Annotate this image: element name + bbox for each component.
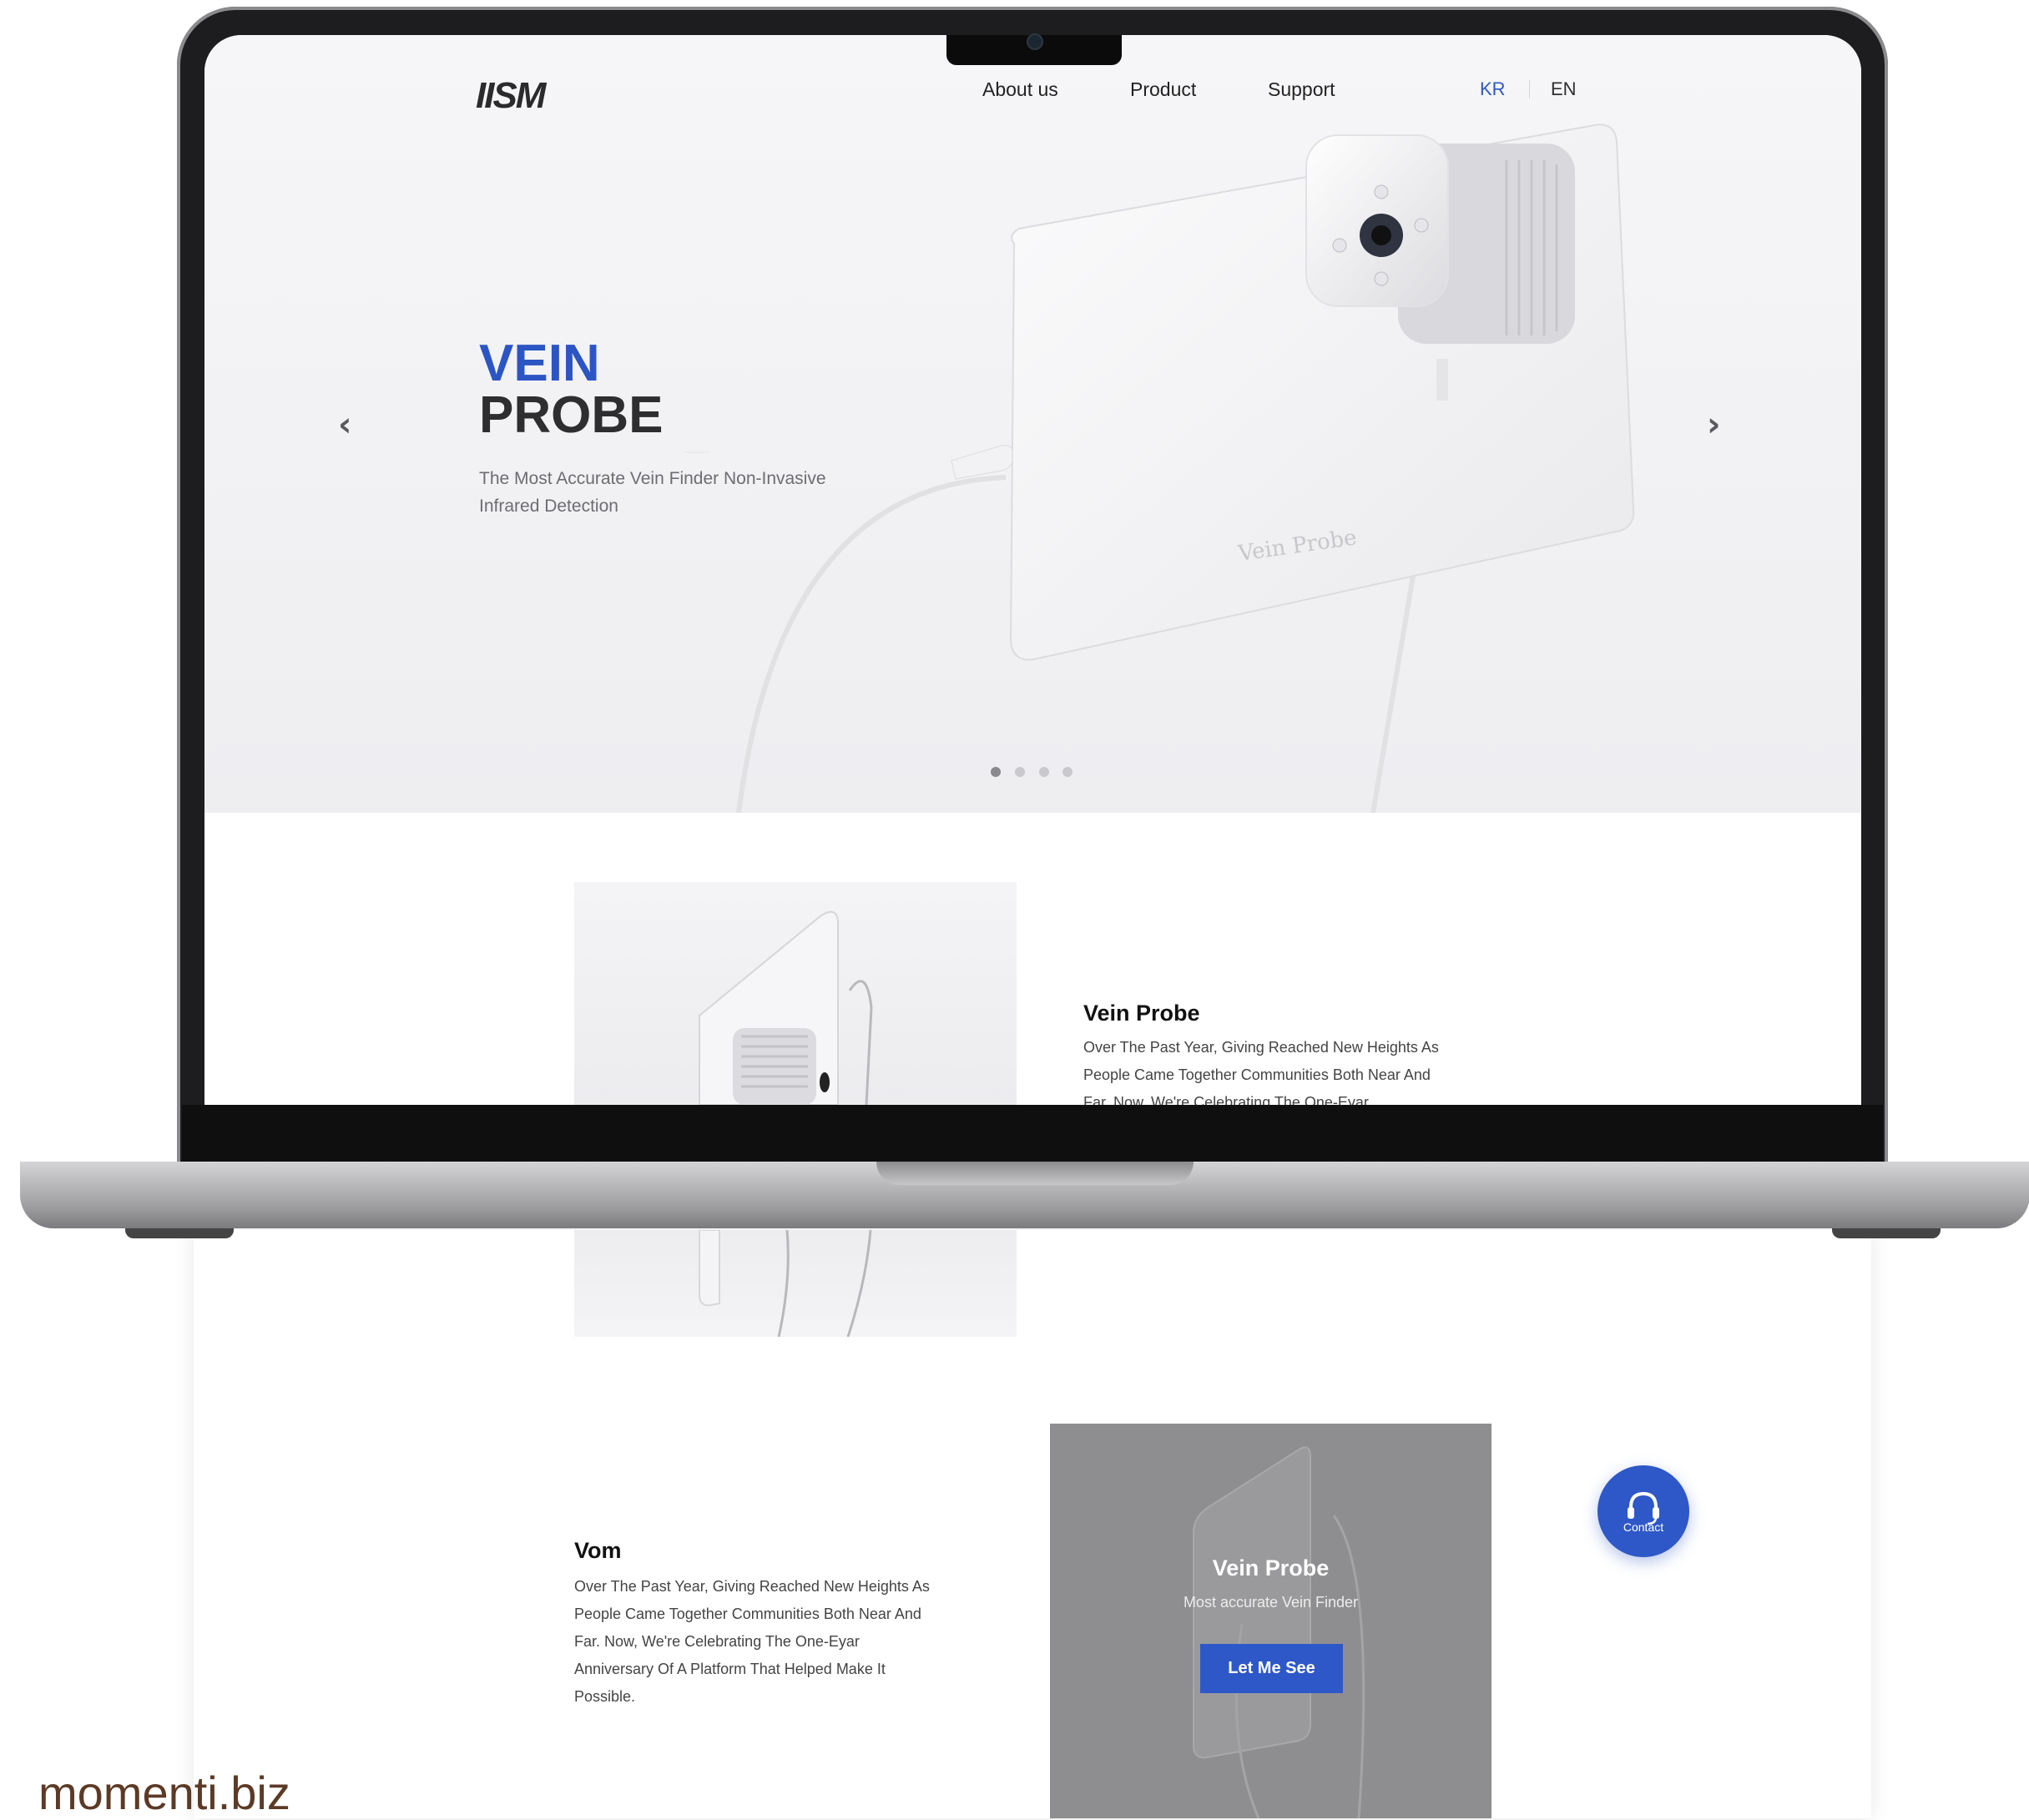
laptop-foot	[1832, 1228, 1941, 1238]
card1-title: Vein Probe	[1083, 1001, 1200, 1026]
product-thumbnail-continued	[574, 1229, 1017, 1338]
hero-subtitle: The Most Accurate Vein Finder Non-Invasi…	[479, 465, 880, 520]
lang-kr[interactable]: KR	[1480, 78, 1506, 100]
contact-label: Contact	[1623, 1520, 1664, 1534]
product-thumbnail	[574, 882, 1017, 1105]
nav-about-us[interactable]: About us	[982, 78, 1058, 101]
hero-title-accent: VEIN	[479, 335, 600, 392]
contact-button[interactable]: Contact	[1597, 1465, 1689, 1557]
promo-subtitle: Most accurate Vein Finder	[1183, 1594, 1359, 1611]
let-me-see-button[interactable]: Let Me See	[1200, 1644, 1343, 1693]
hero-device-image: Vein Probe	[684, 124, 1635, 813]
laptop-chin	[182, 1105, 1883, 1162]
logo[interactable]: IISM	[476, 75, 546, 117]
card2-body-line: Far. Now, We're Celebrating The One-Eyar	[574, 1633, 860, 1650]
nav-support[interactable]: Support	[1268, 78, 1335, 101]
laptop-base-notch	[876, 1162, 1194, 1185]
chevron-left-icon[interactable]: ‹	[338, 406, 351, 444]
hero-subtitle-line: Infrared Detection	[479, 497, 618, 516]
card1-body: Over The Past Year, Giving Reached New H…	[1083, 1034, 1439, 1105]
card2-body: Over The Past Year, Giving Reached New H…	[574, 1573, 930, 1711]
slide-dot[interactable]	[991, 767, 1001, 777]
card2-body-line: Possible.	[574, 1688, 636, 1705]
lang-divider	[1529, 80, 1530, 98]
watermark: momenti.biz	[38, 1767, 290, 1819]
promo-title: Vein Probe	[1212, 1555, 1330, 1581]
lang-en[interactable]: EN	[1551, 78, 1577, 100]
card2-body-line: Anniversary Of A Platform That Helped Ma…	[574, 1661, 886, 1677]
hero-section: Vein Probe IISM About us Product Support…	[204, 35, 1861, 813]
slide-dot[interactable]	[1015, 767, 1025, 777]
card2-body-line: Over The Past Year, Giving Reached New H…	[574, 1578, 930, 1595]
product-section	[204, 813, 1861, 1105]
laptop-foot	[125, 1228, 234, 1238]
device-side-image	[699, 910, 873, 1105]
hero-title: PROBE	[479, 386, 664, 444]
card1-body-line: Far. Now, We're Celebrating The One-Eyar	[1083, 1094, 1369, 1105]
headset-icon	[1628, 1491, 1659, 1525]
card2-body-line: People Came Together Communities Both Ne…	[574, 1606, 921, 1622]
nav-product[interactable]: Product	[1130, 78, 1196, 101]
hero-subtitle-line: The Most Accurate Vein Finder Non-Invasi…	[479, 469, 826, 488]
card2-title: Vom	[574, 1538, 622, 1563]
promo-device-image	[1193, 1446, 1365, 1818]
slide-dot[interactable]	[1039, 767, 1049, 777]
card1-body-line: Over The Past Year, Giving Reached New H…	[1083, 1039, 1439, 1056]
laptop-screen: Vein Probe IISM About us Product Support…	[204, 35, 1861, 1105]
card1-body-line: People Came Together Communities Both Ne…	[1083, 1066, 1431, 1083]
slide-dot[interactable]	[1062, 767, 1073, 777]
device-side-image-lower	[699, 1229, 872, 1338]
promo-card	[1050, 1424, 1491, 1818]
camera-icon	[1027, 33, 1043, 50]
chevron-right-icon[interactable]: ›	[1707, 406, 1720, 444]
